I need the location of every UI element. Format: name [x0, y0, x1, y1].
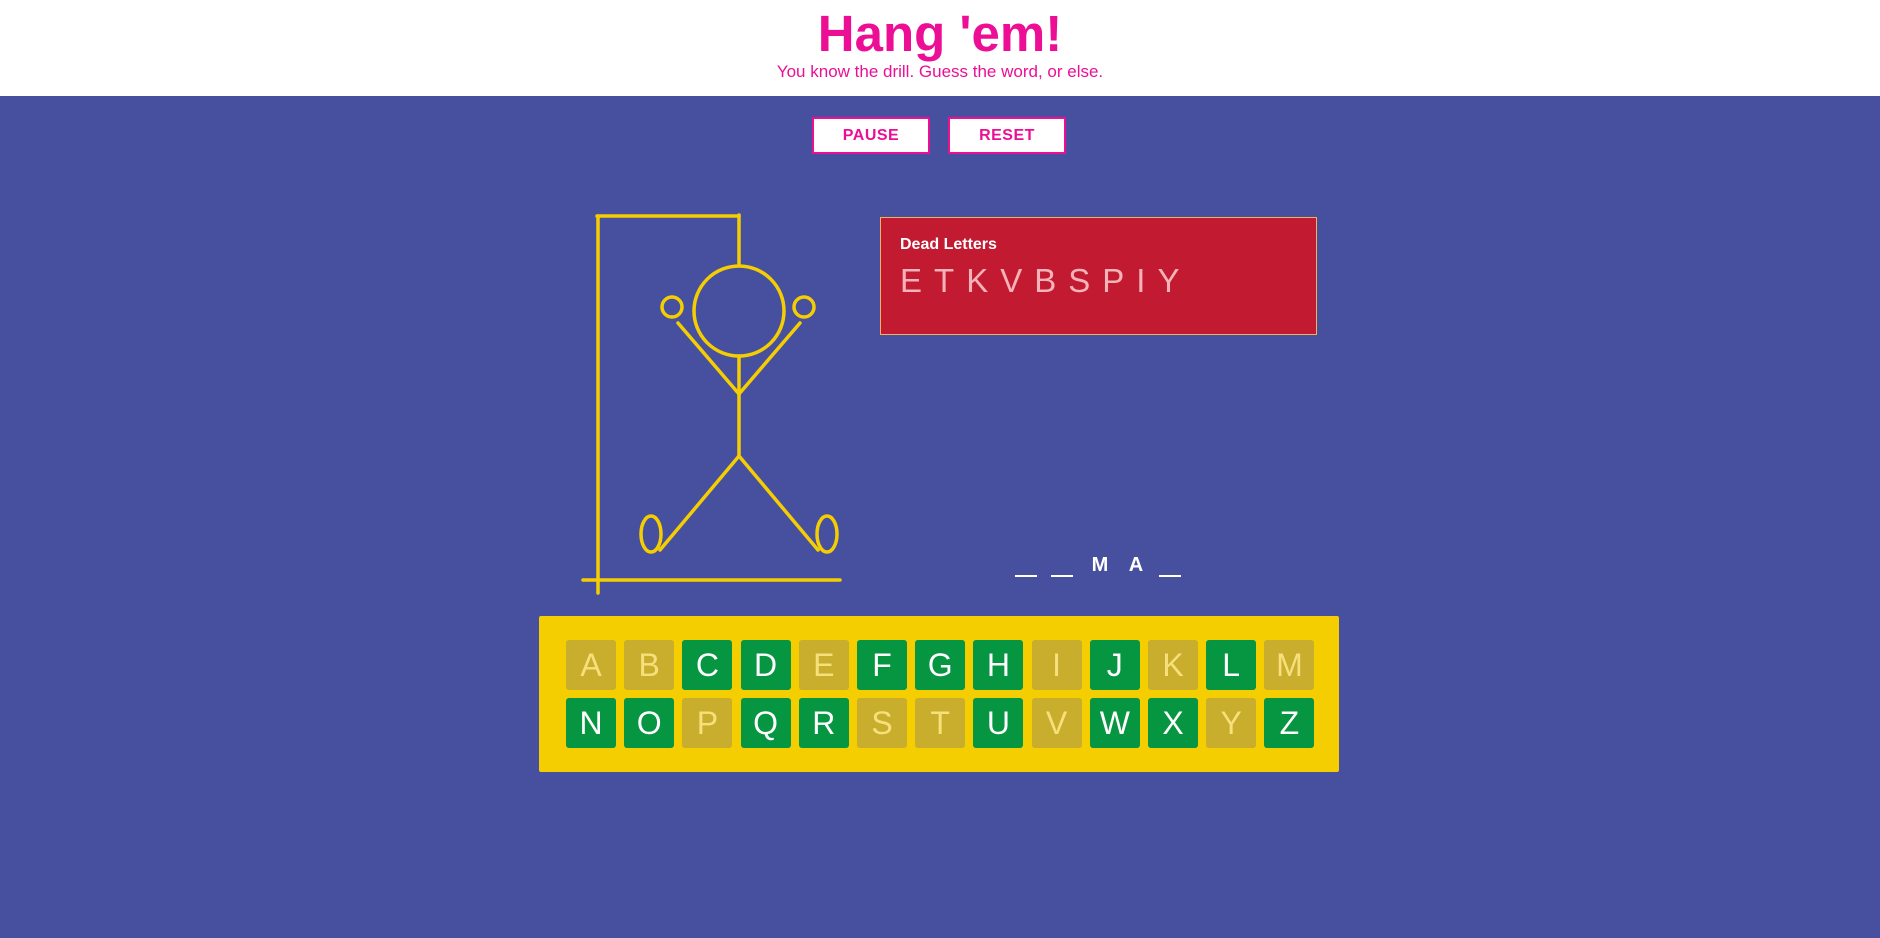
key-q[interactable]: Q	[740, 698, 791, 748]
word-letter-slot	[1010, 553, 1046, 581]
key-j[interactable]: J	[1089, 640, 1140, 690]
key-v: V	[1031, 698, 1082, 748]
hangman-left-foot	[639, 514, 663, 554]
dead-letters-title: Dead Letters	[900, 236, 997, 253]
hangman-left-hand	[660, 295, 684, 319]
key-f[interactable]: F	[857, 640, 907, 690]
dead-letter: V	[1000, 262, 1023, 299]
game-controls: PAUSE RESET	[0, 117, 1880, 155]
hangman-head	[692, 264, 786, 358]
letter-keyboard: ABCDEFGHIJKLM NOPQRSTUVWXYZ	[539, 616, 1339, 772]
dead-letter: S	[1068, 262, 1091, 299]
key-y: Y	[1206, 698, 1257, 748]
page-subtitle: You know the drill. Guess the word, or e…	[776, 62, 1104, 81]
dead-letters-list: ETKVBSPIY	[900, 262, 1191, 300]
key-g[interactable]: G	[915, 640, 966, 690]
word-letter-slot: A	[1128, 554, 1144, 576]
dead-letters-panel: Dead Letters ETKVBSPIY	[880, 217, 1317, 335]
key-u[interactable]: U	[973, 698, 1024, 748]
key-o[interactable]: O	[624, 698, 675, 748]
page-header: Hang 'em! You know the drill. Guess the …	[0, 0, 1880, 96]
word-letter-slot	[1154, 553, 1190, 581]
page-title: Hang 'em!	[817, 5, 1063, 62]
key-n[interactable]: N	[566, 698, 616, 748]
key-k: K	[1148, 640, 1198, 690]
hangman-left-leg	[658, 454, 741, 552]
key-t: T	[915, 698, 966, 748]
hangman-right-foot	[815, 514, 839, 554]
dead-letter: K	[966, 262, 989, 299]
key-z[interactable]: Z	[1264, 698, 1315, 748]
key-h[interactable]: H	[973, 640, 1024, 690]
key-a: A	[566, 640, 616, 690]
dead-letter: P	[1102, 262, 1125, 299]
pause-button[interactable]: PAUSE	[812, 117, 930, 154]
word-letter-slot	[1046, 553, 1082, 581]
key-w[interactable]: W	[1089, 698, 1140, 748]
dead-letter: I	[1136, 262, 1146, 299]
key-p: P	[682, 698, 733, 748]
key-i: I	[1031, 640, 1082, 690]
word-display: MA	[1010, 553, 1190, 593]
key-l[interactable]: L	[1206, 640, 1257, 690]
key-b: B	[624, 640, 675, 690]
reset-button[interactable]: RESET	[948, 117, 1066, 154]
key-d[interactable]: D	[740, 640, 791, 690]
dead-letter: T	[934, 262, 955, 299]
hangman-drawing	[581, 213, 842, 595]
dead-letter: B	[1034, 262, 1057, 299]
word-letter-slot: M	[1091, 554, 1109, 576]
hangman-left-arm	[676, 321, 741, 396]
key-x[interactable]: X	[1148, 698, 1198, 748]
key-s: S	[857, 698, 907, 748]
key-m: M	[1264, 640, 1315, 690]
key-c[interactable]: C	[682, 640, 733, 690]
hangman-right-leg	[737, 454, 820, 552]
dead-letter: Y	[1157, 262, 1180, 299]
hangman-right-hand	[792, 295, 816, 319]
hangman-right-arm	[737, 321, 802, 396]
key-r[interactable]: R	[798, 698, 849, 748]
dead-letter: E	[900, 262, 923, 299]
key-e: E	[798, 640, 849, 690]
